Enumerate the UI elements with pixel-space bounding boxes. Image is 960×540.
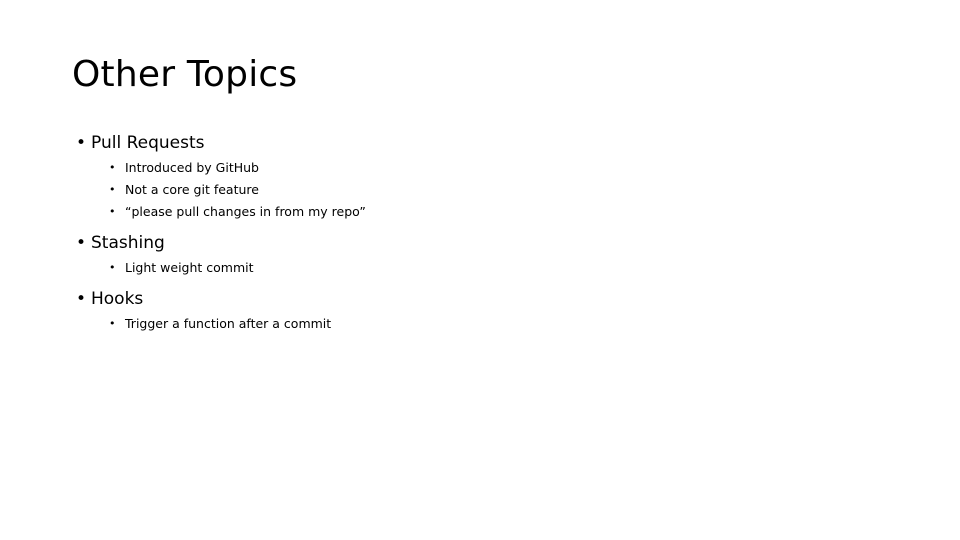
list-item: • Introduced by GitHub (72, 157, 892, 179)
bullet-outline: • Pull Requests • Introduced by GitHub •… (72, 130, 892, 335)
sub-bullet-icon: • (109, 317, 116, 330)
list-item: • Not a core git feature (72, 179, 892, 201)
bullet-label: Hooks (91, 289, 144, 309)
list-item: • Pull Requests (72, 130, 892, 156)
sub-bullet-icon: • (109, 261, 116, 274)
sub-bullet-label: Not a core git feature (125, 182, 259, 197)
list-item: • Trigger a function after a commit (72, 313, 892, 335)
bullet-icon: • (76, 233, 87, 253)
sub-bullet-list: • Trigger a function after a commit (72, 313, 892, 335)
bullet-label: Pull Requests (91, 133, 205, 153)
slide-body: • Pull Requests • Introduced by GitHub •… (72, 130, 892, 335)
list-item: • “please pull changes in from my repo” (72, 201, 892, 223)
bullet-label: Stashing (91, 233, 165, 253)
sub-bullet-label: Light weight commit (125, 260, 254, 275)
sub-bullet-icon: • (109, 161, 116, 174)
bullet-icon: • (76, 133, 87, 153)
list-item: • Stashing (72, 230, 892, 256)
sub-bullet-icon: • (109, 183, 116, 196)
sub-bullet-icon: • (109, 205, 116, 218)
sub-bullet-list: • Introduced by GitHub • Not a core git … (72, 157, 892, 223)
list-item: • Light weight commit (72, 257, 892, 279)
page-title: Other Topics (72, 54, 298, 95)
slide: Other Topics • Pull Requests • Introduce… (0, 0, 960, 540)
sub-bullet-label: “please pull changes in from my repo” (125, 204, 366, 219)
sub-bullet-label: Trigger a function after a commit (125, 316, 332, 331)
bullet-icon: • (76, 289, 87, 309)
list-item: • Hooks (72, 286, 892, 312)
sub-bullet-label: Introduced by GitHub (125, 160, 259, 175)
sub-bullet-list: • Light weight commit (72, 257, 892, 279)
